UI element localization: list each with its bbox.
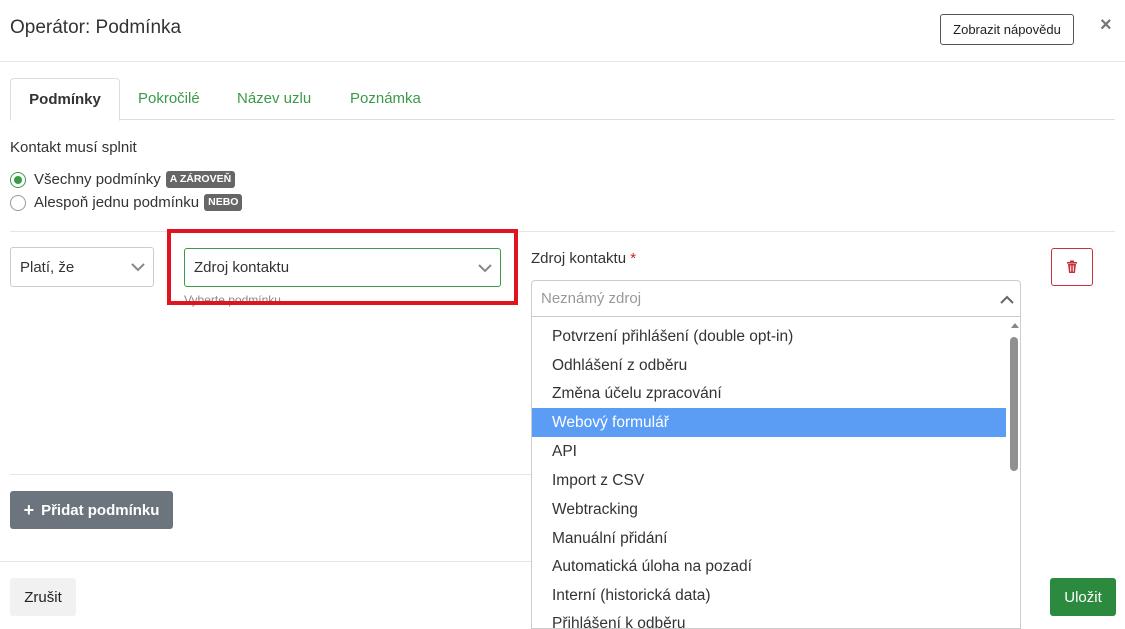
radio-all-conditions[interactable]: Všechny podmínky A ZÁROVEŇ bbox=[10, 171, 236, 188]
source-field-label-text: Zdroj kontaktu bbox=[531, 250, 627, 267]
radio-button-checked[interactable] bbox=[10, 171, 26, 188]
list-item[interactable]: Webtracking bbox=[532, 495, 1006, 524]
list-item[interactable]: Import z CSV bbox=[532, 466, 1006, 495]
or-badge: NEBO bbox=[204, 194, 243, 211]
radio-any-condition[interactable]: Alespoň jednu podmínku NEBO bbox=[10, 194, 243, 211]
source-field-label: Zdroj kontaktu * bbox=[531, 250, 636, 267]
radio-all-label: Všechny podmínky bbox=[34, 171, 161, 188]
list-item[interactable]: Automatická úloha na pozadí bbox=[532, 552, 1006, 581]
tab-advanced[interactable]: Pokročilé bbox=[138, 78, 200, 120]
delete-condition-button[interactable] bbox=[1051, 248, 1093, 286]
modal-title: Operátor: Podmínka bbox=[10, 17, 182, 38]
tab-node-name[interactable]: Název uzlu bbox=[237, 78, 311, 120]
scrollbar-thumb[interactable] bbox=[1010, 337, 1018, 471]
radio-button[interactable] bbox=[10, 194, 26, 211]
list-item[interactable]: API bbox=[532, 437, 1006, 466]
save-button[interactable]: Uložit bbox=[1050, 578, 1116, 616]
tab-bar: Podmínky Pokročilé Název uzlu Poznámka bbox=[10, 78, 1115, 121]
cancel-button[interactable]: Zrušit bbox=[10, 578, 76, 616]
source-options-list: Potvrzení přihlášení (double opt-in) Odh… bbox=[531, 317, 1021, 629]
list-item[interactable]: Odhlášení z odběru bbox=[532, 351, 1006, 380]
scrollbar[interactable] bbox=[1006, 317, 1020, 628]
trash-icon bbox=[1067, 260, 1077, 273]
scroll-up-arrow-icon[interactable] bbox=[1011, 323, 1019, 328]
operator-select[interactable]: Platí, že bbox=[10, 247, 154, 287]
list-item[interactable]: Manuální přidání bbox=[532, 524, 1006, 553]
list-item[interactable]: Přihlášení k odběru bbox=[532, 609, 1006, 628]
add-condition-button[interactable]: + Přidat podmínku bbox=[10, 491, 173, 529]
chevron-down-icon bbox=[131, 263, 145, 272]
annotation-highlight-box bbox=[167, 229, 518, 305]
add-condition-label: Přidat podmínku bbox=[41, 501, 160, 519]
required-mark: * bbox=[630, 250, 637, 267]
tab-conditions[interactable]: Podmínky bbox=[10, 78, 120, 121]
list-item[interactable]: Změna účelu zpracování bbox=[532, 379, 1006, 408]
operator-select-value: Platí, že bbox=[20, 258, 75, 276]
contact-must-meet-label: Kontakt musí splnit bbox=[10, 139, 137, 156]
header-divider bbox=[0, 61, 1125, 62]
footer-divider bbox=[0, 561, 531, 562]
list-item-highlighted[interactable]: Webový formulář bbox=[532, 408, 1006, 437]
radio-any-label: Alespoň jednu podmínku bbox=[34, 194, 200, 211]
source-select-placeholder: Neznámý zdroj bbox=[541, 290, 642, 307]
rules-divider bbox=[10, 474, 531, 475]
plus-icon: + bbox=[23, 500, 35, 520]
help-button[interactable]: Zobrazit nápovědu bbox=[940, 14, 1074, 45]
list-item[interactable]: Potvrzení přihlášení (double opt-in) bbox=[532, 322, 1006, 351]
and-badge: A ZÁROVEŇ bbox=[165, 171, 236, 188]
tab-note[interactable]: Poznámka bbox=[350, 78, 421, 120]
close-icon[interactable]: × bbox=[1100, 14, 1112, 36]
chevron-up-icon[interactable] bbox=[998, 291, 1016, 309]
source-select-input[interactable]: Neznámý zdroj bbox=[531, 280, 1021, 317]
list-item[interactable]: Interní (historická data) bbox=[532, 581, 1006, 610]
